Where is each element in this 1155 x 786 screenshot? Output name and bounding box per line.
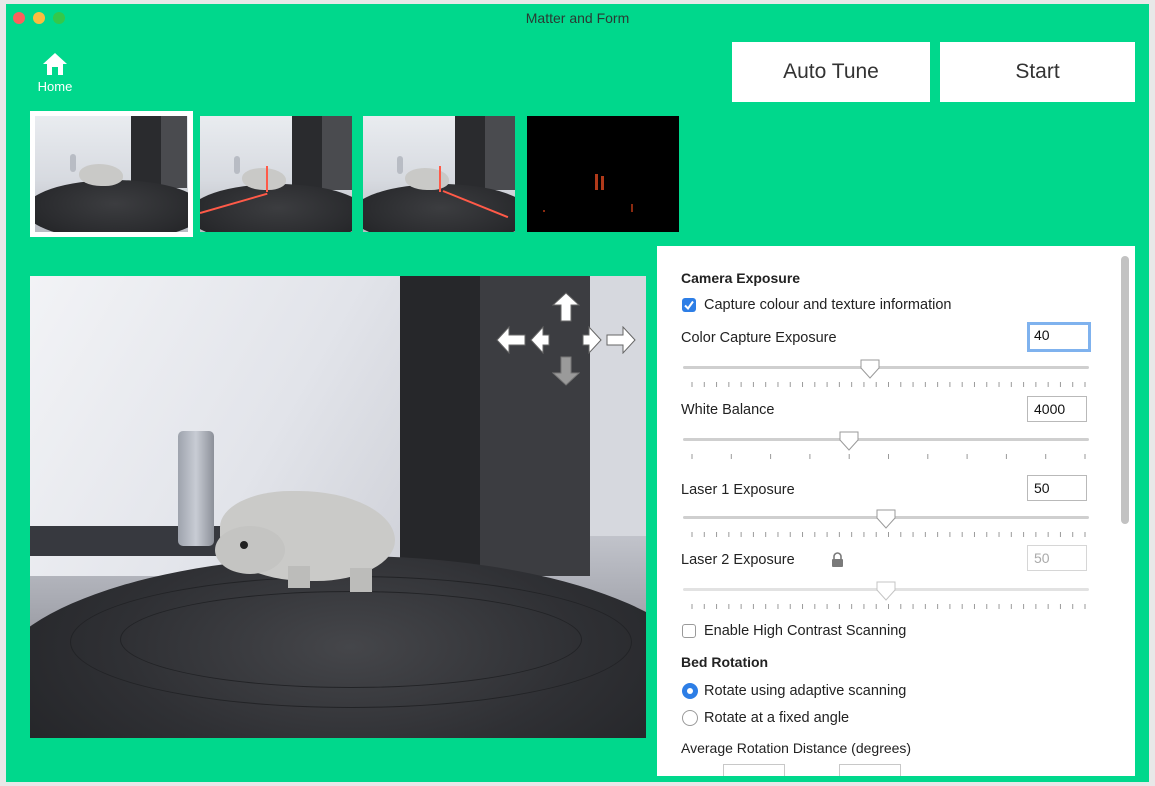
laser-1-exposure-label: Laser 1 Exposure [681,482,795,498]
thumbnail-laser-1-view[interactable] [200,116,352,232]
laser-2-exposure-label: Laser 2 Exposure [681,552,795,568]
average-rotation-label: Average Rotation Distance (degrees) [681,740,912,756]
color-capture-exposure-label: Color Capture Exposure [681,330,837,346]
settings-panel: Camera Exposure Capture colour and textu… [657,246,1135,776]
white-balance-label: White Balance [681,402,775,418]
thumbnail-laser-only-view[interactable] [527,116,679,232]
start-button[interactable]: Start [940,42,1135,102]
color-capture-exposure-slider[interactable] [683,366,1089,369]
white-balance-input[interactable]: 4000 [1027,396,1087,422]
bed-rotation-heading: Bed Rotation [681,654,769,670]
settings-scrollbar[interactable] [1121,256,1129,524]
high-contrast-checkbox[interactable] [682,624,696,638]
thumbnail-laser-2-view[interactable] [363,116,515,232]
home-icon [43,53,67,75]
checkmark-icon [684,300,694,311]
home-button[interactable]: Home [30,52,80,94]
camera-preview [30,276,646,738]
move-up-arrow-icon[interactable] [552,292,580,322]
rotate-adaptive-label: Rotate using adaptive scanning [704,683,907,699]
window-title: Matter and Form [525,10,630,26]
laser-1-exposure-ticks [691,532,1086,537]
laser-2-exposure-input[interactable]: 50 [1027,545,1087,571]
color-capture-exposure-input[interactable]: 40 [1027,322,1091,352]
white-balance-knob[interactable] [838,430,860,452]
move-down-arrow-icon[interactable] [552,356,580,386]
move-far-left-arrow-icon[interactable] [496,326,526,354]
average-rotation-input[interactable] [723,764,785,776]
capture-colour-label: Capture colour and texture information [704,297,952,313]
average-rotation-input-2[interactable] [839,764,901,776]
high-contrast-label: Enable High Contrast Scanning [704,623,907,639]
rotate-fixed-label: Rotate at a fixed angle [704,710,850,726]
camera-exposure-heading: Camera Exposure [681,270,801,286]
move-left-arrow-icon[interactable] [530,326,550,354]
app-window: Matter and Form Home Auto Tune Start Cam… [6,4,1149,782]
white-balance-slider[interactable] [683,438,1089,441]
laser-1-exposure-knob[interactable] [875,508,897,530]
rotate-adaptive-radio[interactable] [682,683,698,699]
rotate-fixed-radio[interactable] [682,710,698,726]
laser-2-exposure-knob[interactable] [875,580,897,602]
color-capture-exposure-knob[interactable] [859,358,881,380]
white-balance-ticks [691,454,1086,459]
auto-tune-button[interactable]: Auto Tune [732,42,930,102]
thumbnail-color-view[interactable] [30,111,193,237]
move-right-arrow-icon[interactable] [582,326,602,354]
move-far-right-arrow-icon[interactable] [606,326,636,354]
lock-icon [832,552,843,567]
capture-colour-checkbox[interactable] [682,298,696,312]
laser-2-exposure-ticks [691,604,1086,609]
title-bar: Matter and Form [6,4,1149,32]
color-capture-exposure-ticks [691,382,1086,387]
laser-1-exposure-input[interactable]: 50 [1027,475,1087,501]
home-label: Home [37,79,73,94]
